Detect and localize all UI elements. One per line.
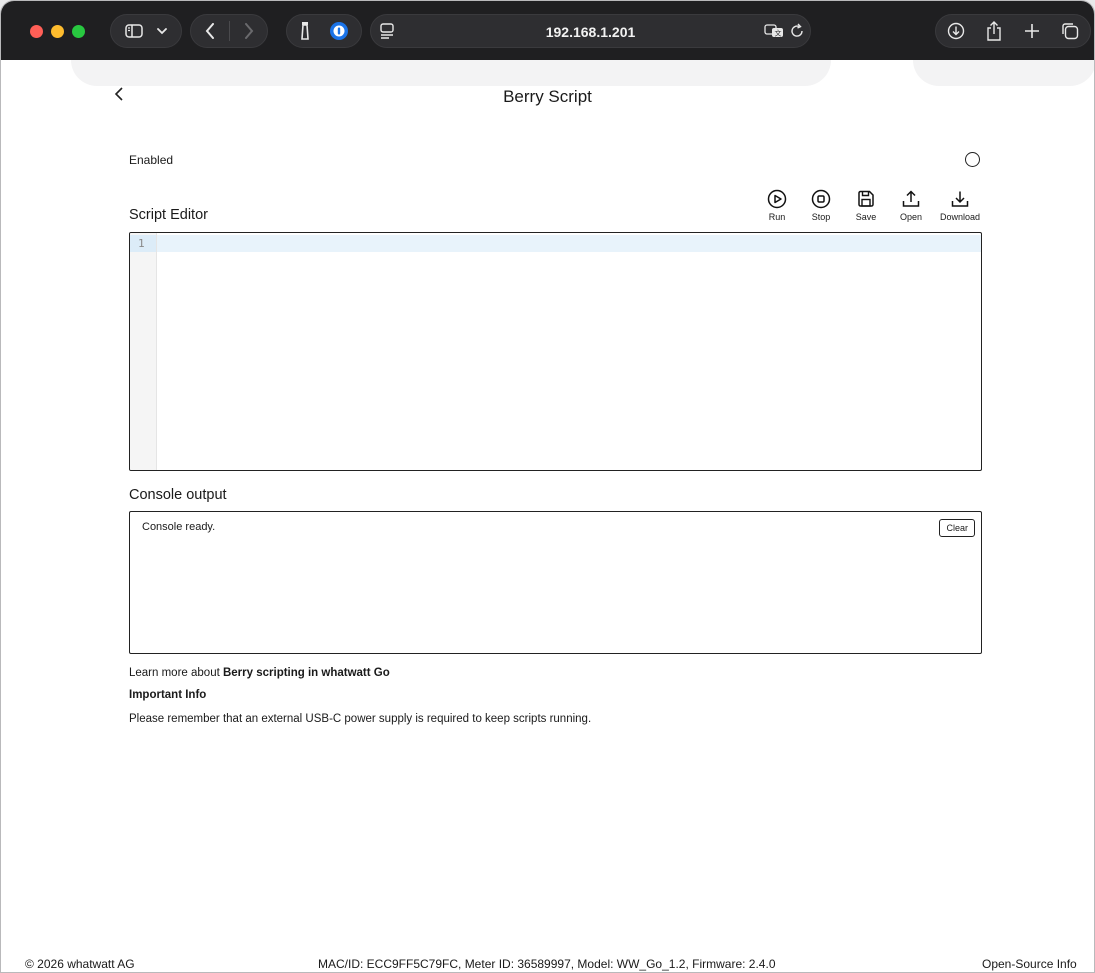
translate-icon[interactable]: 文 xyxy=(764,23,784,39)
run-label: Run xyxy=(768,212,786,222)
password-icon[interactable] xyxy=(329,21,349,41)
browser-window: 192.168.1.201 文 Berry Script Enabled Scr… xyxy=(0,0,1095,973)
close-window-button[interactable] xyxy=(30,25,43,38)
footer-copyright: © 2026 whatwatt AG xyxy=(25,957,135,971)
sidebar-icon xyxy=(125,24,143,38)
address-text: 192.168.1.201 xyxy=(545,24,636,40)
tabs-overview-icon[interactable] xyxy=(1061,22,1079,40)
back-icon[interactable] xyxy=(205,23,215,39)
download-label: Download xyxy=(939,212,981,222)
play-icon xyxy=(767,189,787,209)
editor-active-line[interactable] xyxy=(157,235,981,252)
window-controls xyxy=(30,25,85,38)
save-label: Save xyxy=(855,212,877,222)
history-navigation xyxy=(190,14,268,48)
open-label: Open xyxy=(899,212,923,222)
open-source-info-link[interactable]: Open-Source Info xyxy=(982,957,1077,971)
tab-bar-shade xyxy=(71,60,831,86)
sidebar-button[interactable] xyxy=(110,14,182,48)
download-icon[interactable] xyxy=(947,22,965,40)
line-number: 1 xyxy=(138,237,145,250)
stop-icon xyxy=(811,189,831,209)
save-icon xyxy=(858,190,874,207)
toolbar-actions xyxy=(935,14,1091,48)
tab-bar-shade-right xyxy=(913,60,1094,86)
enabled-label: Enabled xyxy=(129,153,174,167)
important-info-title: Important Info xyxy=(129,689,207,701)
save-button[interactable]: Save xyxy=(844,189,888,222)
script-editor[interactable]: 1 xyxy=(129,232,982,471)
download-icon xyxy=(951,191,969,207)
clear-button[interactable]: Clear xyxy=(939,519,975,537)
address-bar[interactable]: 192.168.1.201 文 xyxy=(370,14,811,48)
learn-more-prefix: Learn more about xyxy=(129,667,223,679)
learn-more-text: Learn more about Berry scripting in what… xyxy=(129,667,390,679)
minimize-window-button[interactable] xyxy=(51,25,64,38)
script-editor-title: Script Editor xyxy=(129,207,208,223)
run-button[interactable]: Run xyxy=(755,189,799,222)
download-button[interactable]: Download xyxy=(938,189,982,222)
editor-gutter xyxy=(130,233,157,470)
stop-label: Stop xyxy=(811,212,831,222)
important-info-text: Please remember that an external USB-C p… xyxy=(129,713,592,725)
cleaner-icon[interactable] xyxy=(299,21,311,41)
stop-button[interactable]: Stop xyxy=(799,189,843,222)
zoom-window-button[interactable] xyxy=(72,25,85,38)
reload-icon[interactable] xyxy=(789,23,805,39)
enabled-toggle[interactable] xyxy=(965,152,980,167)
console-output-title: Console output xyxy=(129,487,227,503)
new-tab-icon[interactable] xyxy=(1024,23,1040,39)
share-icon[interactable] xyxy=(986,21,1002,41)
chevron-down-icon xyxy=(157,27,167,35)
berry-scripting-link[interactable]: Berry scripting in whatwatt Go xyxy=(223,667,390,679)
svg-text:文: 文 xyxy=(775,29,782,38)
forward-icon[interactable] xyxy=(244,23,254,39)
upload-icon xyxy=(902,190,920,207)
open-button[interactable]: Open xyxy=(889,189,933,222)
console-text: Console ready. xyxy=(142,521,216,533)
browser-toolbar: 192.168.1.201 文 xyxy=(1,1,1094,60)
extensions-pill xyxy=(286,14,362,48)
footer-device-info: MAC/ID: ECC9FF5C79FC, Meter ID: 36589997… xyxy=(318,957,776,971)
page-title: Berry Script xyxy=(503,87,592,106)
console-output: Console ready. Clear xyxy=(129,511,982,654)
